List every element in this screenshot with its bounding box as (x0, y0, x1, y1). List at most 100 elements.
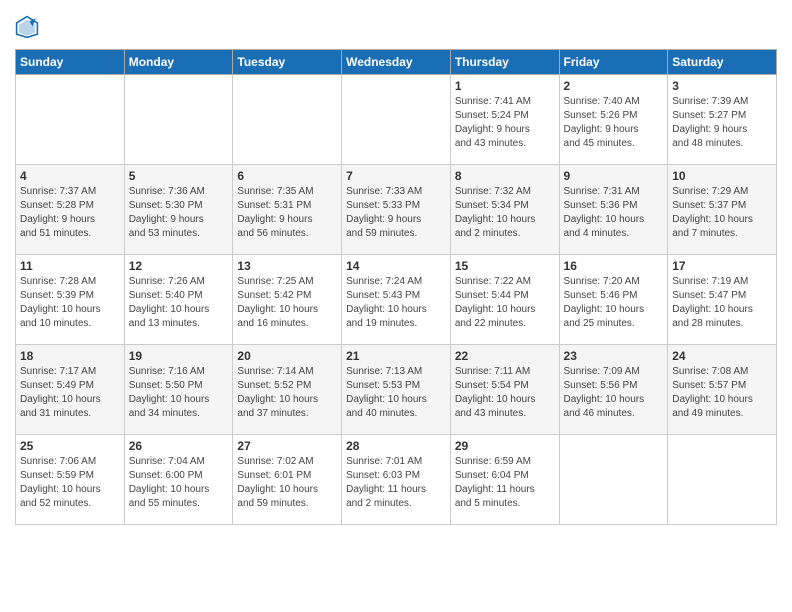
calendar-week-3: 18 Sunrise: 7:17 AM Sunset: 5:49 PM Dayli… (16, 345, 777, 435)
day-info: Sunrise: 6:59 AM Sunset: 6:04 PM Dayligh… (455, 455, 555, 511)
calendar-cell: 1 Sunrise: 7:41 AM Sunset: 5:24 PM Daylig… (450, 75, 559, 165)
day-number: 14 (346, 259, 446, 273)
day-number: 5 (129, 169, 229, 183)
calendar-cell: 13 Sunrise: 7:25 AM Sunset: 5:42 PM Dayli… (233, 255, 342, 345)
day-number: 19 (129, 349, 229, 363)
calendar-cell: 2 Sunrise: 7:40 AM Sunset: 5:26 PM Daylig… (559, 75, 668, 165)
weekday-header-friday: Friday (559, 50, 668, 75)
calendar-cell (233, 75, 342, 165)
day-number: 22 (455, 349, 555, 363)
day-number: 28 (346, 439, 446, 453)
calendar-cell: 4 Sunrise: 7:37 AM Sunset: 5:28 PM Daylig… (16, 165, 125, 255)
weekday-header-wednesday: Wednesday (342, 50, 451, 75)
day-number: 26 (129, 439, 229, 453)
weekday-header-saturday: Saturday (668, 50, 777, 75)
day-info: Sunrise: 7:32 AM Sunset: 5:34 PM Dayligh… (455, 185, 555, 241)
calendar-cell: 24 Sunrise: 7:08 AM Sunset: 5:57 PM Dayli… (668, 345, 777, 435)
calendar-cell: 27 Sunrise: 7:02 AM Sunset: 6:01 PM Dayli… (233, 435, 342, 525)
calendar-cell: 23 Sunrise: 7:09 AM Sunset: 5:56 PM Dayli… (559, 345, 668, 435)
day-number: 2 (564, 79, 664, 93)
day-info: Sunrise: 7:22 AM Sunset: 5:44 PM Dayligh… (455, 275, 555, 331)
day-info: Sunrise: 7:33 AM Sunset: 5:33 PM Dayligh… (346, 185, 446, 241)
day-number: 18 (20, 349, 120, 363)
day-info: Sunrise: 7:39 AM Sunset: 5:27 PM Dayligh… (672, 95, 772, 151)
calendar-cell: 29 Sunrise: 6:59 AM Sunset: 6:04 PM Dayli… (450, 435, 559, 525)
calendar-cell: 6Sunrise: 7:35 AM Sunset: 5:31 PM Daylig… (233, 165, 342, 255)
weekday-header-monday: Monday (124, 50, 233, 75)
calendar-cell (342, 75, 451, 165)
day-number: 13 (237, 259, 337, 273)
day-info: Sunrise: 7:20 AM Sunset: 5:46 PM Dayligh… (564, 275, 664, 331)
calendar-cell (668, 435, 777, 525)
calendar-week-2: 11 Sunrise: 7:28 AM Sunset: 5:39 PM Dayli… (16, 255, 777, 345)
weekday-header-tuesday: Tuesday (233, 50, 342, 75)
day-info: Sunrise: 7:11 AM Sunset: 5:54 PM Dayligh… (455, 365, 555, 421)
calendar-cell: 12Sunrise: 7:26 AM Sunset: 5:40 PM Dayli… (124, 255, 233, 345)
calendar-cell (16, 75, 125, 165)
calendar-cell: 9 Sunrise: 7:31 AM Sunset: 5:36 PM Daylig… (559, 165, 668, 255)
day-info: Sunrise: 7:25 AM Sunset: 5:42 PM Dayligh… (237, 275, 337, 331)
day-info: Sunrise: 7:04 AM Sunset: 6:00 PM Dayligh… (129, 455, 229, 511)
calendar-table: SundayMondayTuesdayWednesdayThursdayFrid… (15, 49, 777, 525)
day-number: 1 (455, 79, 555, 93)
day-info: Sunrise: 7:13 AM Sunset: 5:53 PM Dayligh… (346, 365, 446, 421)
day-info: Sunrise: 7:24 AM Sunset: 5:43 PM Dayligh… (346, 275, 446, 331)
day-number: 7 (346, 169, 446, 183)
calendar-cell: 11 Sunrise: 7:28 AM Sunset: 5:39 PM Dayli… (16, 255, 125, 345)
day-info: Sunrise: 7:16 AM Sunset: 5:50 PM Dayligh… (129, 365, 229, 421)
day-info: Sunrise: 7:19 AM Sunset: 5:47 PM Dayligh… (672, 275, 772, 331)
calendar-cell: 20Sunrise: 7:14 AM Sunset: 5:52 PM Dayli… (233, 345, 342, 435)
day-info: Sunrise: 7:06 AM Sunset: 5:59 PM Dayligh… (20, 455, 120, 511)
day-info: Sunrise: 7:28 AM Sunset: 5:39 PM Dayligh… (20, 275, 120, 331)
calendar-cell: 15 Sunrise: 7:22 AM Sunset: 5:44 PM Dayli… (450, 255, 559, 345)
day-number: 15 (455, 259, 555, 273)
calendar-cell: 25 Sunrise: 7:06 AM Sunset: 5:59 PM Dayli… (16, 435, 125, 525)
page-header (15, 15, 777, 39)
calendar-cell: 21 Sunrise: 7:13 AM Sunset: 5:53 PM Dayli… (342, 345, 451, 435)
day-number: 16 (564, 259, 664, 273)
calendar-cell: 26 Sunrise: 7:04 AM Sunset: 6:00 PM Dayli… (124, 435, 233, 525)
calendar-week-0: 1 Sunrise: 7:41 AM Sunset: 5:24 PM Daylig… (16, 75, 777, 165)
calendar-week-1: 4 Sunrise: 7:37 AM Sunset: 5:28 PM Daylig… (16, 165, 777, 255)
calendar-cell (559, 435, 668, 525)
calendar-cell: 19 Sunrise: 7:16 AM Sunset: 5:50 PM Dayli… (124, 345, 233, 435)
day-info: Sunrise: 7:17 AM Sunset: 5:49 PM Dayligh… (20, 365, 120, 421)
day-info: Sunrise: 7:36 AM Sunset: 5:30 PM Dayligh… (129, 185, 229, 241)
day-number: 3 (672, 79, 772, 93)
day-info: Sunrise: 7:01 AM Sunset: 6:03 PM Dayligh… (346, 455, 446, 511)
day-info: Sunrise: 7:37 AM Sunset: 5:28 PM Dayligh… (20, 185, 120, 241)
day-number: 29 (455, 439, 555, 453)
calendar-cell: 17Sunrise: 7:19 AM Sunset: 5:47 PM Dayli… (668, 255, 777, 345)
weekday-header-sunday: Sunday (16, 50, 125, 75)
weekday-header-thursday: Thursday (450, 50, 559, 75)
calendar-cell: 22 Sunrise: 7:11 AM Sunset: 5:54 PM Dayli… (450, 345, 559, 435)
calendar-cell: 3 Sunrise: 7:39 AM Sunset: 5:27 PM Daylig… (668, 75, 777, 165)
day-number: 11 (20, 259, 120, 273)
calendar-week-4: 25 Sunrise: 7:06 AM Sunset: 5:59 PM Dayli… (16, 435, 777, 525)
day-number: 9 (564, 169, 664, 183)
day-number: 21 (346, 349, 446, 363)
calendar-cell: 16 Sunrise: 7:20 AM Sunset: 5:46 PM Dayli… (559, 255, 668, 345)
logo-icon (15, 15, 39, 39)
logo (15, 15, 41, 39)
day-number: 25 (20, 439, 120, 453)
day-info: Sunrise: 7:02 AM Sunset: 6:01 PM Dayligh… (237, 455, 337, 511)
day-number: 24 (672, 349, 772, 363)
day-number: 20 (237, 349, 337, 363)
day-info: Sunrise: 7:09 AM Sunset: 5:56 PM Dayligh… (564, 365, 664, 421)
calendar-cell: 5 Sunrise: 7:36 AM Sunset: 5:30 PM Daylig… (124, 165, 233, 255)
day-number: 23 (564, 349, 664, 363)
day-info: Sunrise: 7:40 AM Sunset: 5:26 PM Dayligh… (564, 95, 664, 151)
calendar-cell: 28 Sunrise: 7:01 AM Sunset: 6:03 PM Dayli… (342, 435, 451, 525)
calendar-cell (124, 75, 233, 165)
calendar-cell: 14 Sunrise: 7:24 AM Sunset: 5:43 PM Dayli… (342, 255, 451, 345)
day-info: Sunrise: 7:31 AM Sunset: 5:36 PM Dayligh… (564, 185, 664, 241)
day-info: Sunrise: 7:41 AM Sunset: 5:24 PM Dayligh… (455, 95, 555, 151)
day-number: 27 (237, 439, 337, 453)
day-number: 10 (672, 169, 772, 183)
day-info: Sunrise: 7:08 AM Sunset: 5:57 PM Dayligh… (672, 365, 772, 421)
day-info: Sunrise: 7:35 AM Sunset: 5:31 PM Dayligh… (237, 185, 337, 241)
day-info: Sunrise: 7:26 AM Sunset: 5:40 PM Dayligh… (129, 275, 229, 331)
day-info: Sunrise: 7:29 AM Sunset: 5:37 PM Dayligh… (672, 185, 772, 241)
day-number: 4 (20, 169, 120, 183)
